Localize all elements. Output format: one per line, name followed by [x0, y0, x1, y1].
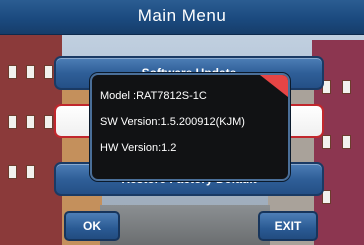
- ok-button[interactable]: OK: [64, 211, 120, 241]
- page-title: Main Menu: [137, 6, 227, 25]
- sw-version-text: SW Version:1.5.200912(KJM): [100, 116, 245, 128]
- popup-corner-icon: [260, 75, 288, 97]
- house-left: [0, 35, 62, 245]
- tv-screen: Main Menu Software Update Restore Factor…: [0, 0, 364, 245]
- model-text: Model :RAT7812S-1C: [100, 90, 207, 102]
- version-info-popup: Model :RAT7812S-1C SW Version:1.5.200912…: [90, 73, 290, 181]
- exit-button[interactable]: EXIT: [258, 211, 318, 241]
- street: [100, 205, 270, 245]
- title-bar: Main Menu: [0, 0, 364, 35]
- hw-version-text: HW Version:1.2: [100, 142, 177, 154]
